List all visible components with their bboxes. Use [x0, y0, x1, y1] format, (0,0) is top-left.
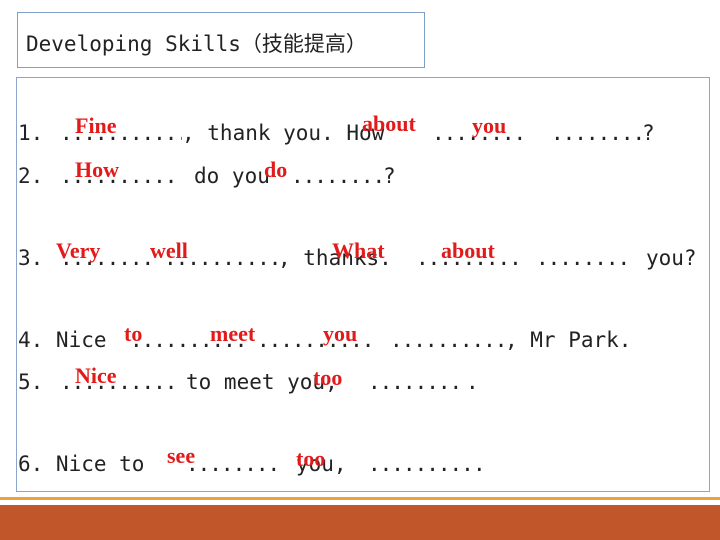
- line-1-blank-3: ...............................: [551, 121, 642, 145]
- line-5-text-2: .: [466, 370, 479, 394]
- line-5-answer-2: too: [313, 365, 343, 390]
- line-1-number: 1.: [18, 121, 44, 145]
- line-1-text-2: ?: [642, 121, 655, 145]
- line-4-answer-2: meet: [210, 321, 256, 346]
- line-6-text-1: 6. Nice to: [18, 452, 145, 476]
- line-3-number: 3.: [18, 246, 44, 270]
- line-2-blank-2: ...............................: [291, 164, 383, 188]
- line-3-answer-3: What: [332, 238, 385, 263]
- line-1-answer-1: Fine: [75, 113, 117, 138]
- line-2-number: 2.: [18, 164, 44, 188]
- line-2-text-1: do you: [194, 164, 270, 188]
- line-3-text-2: you?: [646, 246, 697, 270]
- page-title: Developing Skills（技能提高）: [26, 32, 367, 56]
- line-4-answer-1: to: [124, 321, 143, 346]
- line-3-blank-4: ...............................: [536, 246, 634, 270]
- line-2-text-2: ?: [383, 164, 396, 188]
- line-4-blank-3: ...............................: [390, 328, 505, 352]
- line-4-text-1: 4. Nice: [18, 328, 107, 352]
- line-5-blank-2: ...............................: [368, 370, 466, 394]
- line-3-answer-4: about: [441, 238, 495, 263]
- line-3-answer-1: Very: [56, 238, 101, 263]
- line-5-answer-1: Nice: [75, 363, 117, 388]
- line-4-answer-3: you: [323, 321, 358, 346]
- line-2-answer-1: How: [75, 157, 119, 182]
- line-1-answer-3: you: [472, 113, 507, 138]
- line-6-answer-2: too: [296, 446, 326, 471]
- line-5-number: 5.: [18, 370, 44, 394]
- line-4-text-2: , Mr Park.: [505, 328, 632, 352]
- line-4-blank-2: ...............................: [257, 328, 377, 352]
- line-6-text-3: .: [473, 452, 486, 476]
- line-1-text-1: , thank you. How: [182, 121, 385, 145]
- footer-accent-line: [0, 497, 720, 500]
- line-6-blank-2: ...............................: [368, 452, 473, 476]
- footer-bar: [0, 505, 720, 540]
- line-1-answer-2: about: [362, 111, 416, 136]
- line-6-blank-1: ...............................: [186, 452, 284, 476]
- line-3-answer-2: well: [150, 238, 188, 263]
- line-6-answer-1: see: [167, 443, 196, 468]
- line-2-answer-2: do: [264, 157, 288, 182]
